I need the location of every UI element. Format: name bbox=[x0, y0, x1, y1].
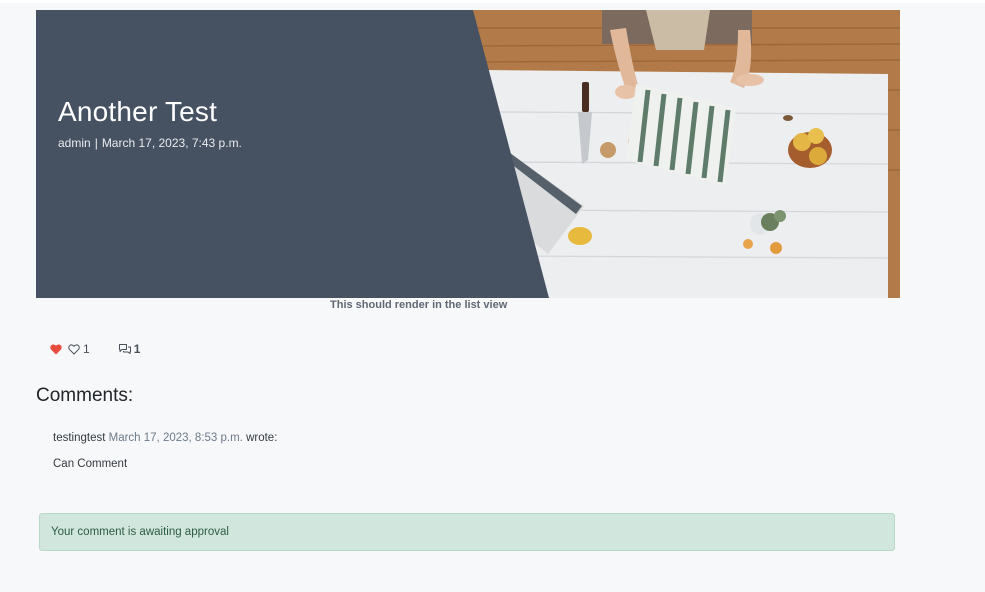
comments-count: 1 bbox=[133, 342, 141, 356]
post-meta: admin | March 17, 2023, 7:43 p.m. bbox=[58, 136, 242, 150]
comment-body: Can Comment bbox=[53, 458, 128, 470]
meta-separator: | bbox=[94, 136, 98, 150]
post-excerpt: This should render in the list view bbox=[330, 299, 508, 311]
post-stats: 1 1 bbox=[50, 342, 140, 356]
comment-wrote-label: wrote: bbox=[246, 432, 278, 444]
approval-alert-message: Your comment is awaiting approval bbox=[51, 526, 229, 538]
comment-icon bbox=[118, 344, 131, 354]
comments-heading: Comments: bbox=[36, 385, 134, 406]
heart-filled-icon bbox=[50, 343, 62, 354]
post-hero: Another Test admin | March 17, 2023, 7:43 … bbox=[36, 10, 900, 298]
post-author: admin bbox=[58, 136, 91, 150]
like-button[interactable] bbox=[50, 343, 62, 355]
likes-count: 1 bbox=[83, 342, 90, 356]
comment-author: testingtest bbox=[53, 432, 106, 444]
approval-alert: Your comment is awaiting approval bbox=[39, 513, 895, 551]
comment-header: testingtest March 17, 2023, 8:53 p.m. wr… bbox=[53, 432, 277, 444]
hero-text: Another Test admin | March 17, 2023, 7:43 … bbox=[58, 96, 242, 150]
likes-stat: 1 bbox=[68, 342, 90, 356]
comment-date: March 17, 2023, 8:53 p.m. bbox=[108, 432, 243, 444]
page-top-edge bbox=[0, 0, 985, 3]
heart-outline-icon bbox=[68, 343, 80, 355]
post-date: March 17, 2023, 7:43 p.m. bbox=[101, 136, 242, 150]
comments-stat: 1 bbox=[118, 342, 141, 356]
post-title: Another Test bbox=[58, 96, 218, 127]
hero-diagonal-panel bbox=[36, 10, 549, 298]
